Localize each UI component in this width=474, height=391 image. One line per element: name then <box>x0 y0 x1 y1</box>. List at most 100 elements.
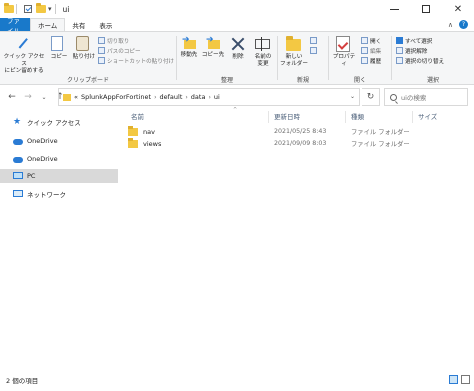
open-group: プロパティ 開く 編集 履歴 開く <box>329 34 391 84</box>
column-divider[interactable] <box>268 111 269 123</box>
chevron-right-icon[interactable]: › <box>208 94 210 101</box>
delete-button[interactable]: 削除 <box>227 36 249 61</box>
properties-button[interactable]: プロパティ <box>331 36 357 68</box>
copy-label: コピー <box>50 54 68 60</box>
rename-button[interactable]: 名前の 変更 <box>251 36 275 68</box>
tab-file[interactable]: ファイル <box>0 17 30 35</box>
organize-group: ➔ 移動先 ➔ コピー先 削除 名前の 変更 整理 <box>177 34 277 85</box>
properties-label: プロパティ <box>332 54 356 67</box>
paste-button[interactable]: 貼り付け <box>72 36 96 61</box>
nav-item-onedrive[interactable]: OneDrive <box>0 134 118 148</box>
copy-button[interactable]: コピー <box>48 36 70 61</box>
move-to-button[interactable]: ➔ 移動先 <box>177 36 201 59</box>
column-header-size[interactable]: サイズ <box>418 109 437 123</box>
new-group-label: 新規 <box>296 77 309 84</box>
breadcrumb-data[interactable]: data <box>191 93 206 101</box>
large-icons-view-icon[interactable] <box>461 375 470 384</box>
details-view-icon[interactable] <box>449 375 458 384</box>
nav-item-quick-access[interactable]: ★ クイック アクセス <box>0 115 118 129</box>
nav-item-pc[interactable]: PC <box>0 169 118 183</box>
select-all-icon <box>396 37 403 44</box>
customize-quick-access-icon[interactable]: ▾ <box>48 5 52 13</box>
column-header-modified[interactable]: 更新日時 <box>274 109 300 123</box>
new-folder-quick-icon[interactable] <box>36 2 46 14</box>
clipboard-group-label: クリップボード <box>66 77 109 84</box>
copy-path-button[interactable]: パスのコピー <box>98 46 141 55</box>
paste-shortcut-button[interactable]: ショートカットの貼り付け <box>98 56 174 65</box>
navigation-pane: ★ クイック アクセス OneDrive OneDrive PC ネットワーク <box>0 109 118 369</box>
open-button[interactable]: 開く <box>361 36 381 45</box>
select-none-button[interactable]: 選択解除 <box>396 46 427 55</box>
ribbon-tabs: ファイル ホーム 共有 表示 ∧ ? <box>0 17 474 35</box>
copy-to-icon: ➔ <box>206 36 220 50</box>
window-title: ui <box>62 4 70 14</box>
chevron-right-icon[interactable]: › <box>154 94 156 101</box>
maximize-button[interactable] <box>410 0 442 18</box>
chevron-down-icon[interactable]: ⌄ <box>350 93 355 100</box>
breadcrumb-splunkappforfortinet[interactable]: SplunkAppForFortinet <box>81 93 151 101</box>
nav-item-label: OneDrive <box>27 155 58 163</box>
breadcrumb-default[interactable]: default <box>160 93 183 101</box>
open-group-label: 開く <box>353 77 366 84</box>
copy-to-button[interactable]: ➔ コピー先 <box>201 36 225 59</box>
close-button[interactable]: ✕ <box>442 0 474 18</box>
nav-item-network[interactable]: ネットワーク <box>0 187 118 201</box>
tab-share[interactable]: 共有 <box>65 18 92 31</box>
collapse-ribbon-icon[interactable]: ∧ <box>448 21 453 29</box>
column-header-name[interactable]: 名前 <box>131 109 144 123</box>
open-label: 開く <box>370 38 382 45</box>
easy-access-button[interactable] <box>310 46 319 55</box>
new-folder-label-line1: 新しい <box>285 54 303 60</box>
minimize-button[interactable] <box>378 0 410 18</box>
recent-locations-icon[interactable]: ⌄ <box>36 94 52 101</box>
new-group: 新しい フォルダー 新規 <box>278 34 328 84</box>
select-all-label: すべて選択 <box>405 38 433 45</box>
breadcrumb-ui[interactable]: ui <box>214 93 220 101</box>
table-row[interactable]: views 2021/09/09 8:03 ファイル フォルダー <box>122 137 470 150</box>
cut-button[interactable]: 切り取り <box>98 36 129 45</box>
folder-icon <box>4 2 14 14</box>
refresh-button[interactable]: ↻ <box>362 88 380 106</box>
cloud-icon <box>13 137 23 146</box>
column-header-type[interactable]: 種類 <box>351 109 364 123</box>
new-folder-button[interactable]: 新しい フォルダー <box>280 36 308 68</box>
clipboard-icon <box>76 36 92 52</box>
back-arrow-icon[interactable]: ← <box>4 92 20 102</box>
invert-selection-button[interactable]: 選択の切り替え <box>396 56 444 65</box>
move-to-label: 移動先 <box>180 52 198 58</box>
new-folder-label-line2: フォルダー <box>280 61 308 67</box>
pin-to-quick-access-button[interactable]: クイック アクセス にピン留めする <box>2 36 46 75</box>
file-modified: 2021/05/25 8:43 <box>274 128 327 135</box>
invert-selection-label: 選択の切り替え <box>405 58 445 65</box>
file-name: nav <box>143 127 155 136</box>
history-button[interactable]: 履歴 <box>361 56 381 65</box>
select-group-label: 選択 <box>426 77 439 84</box>
select-group: すべて選択 選択解除 選択の切り替え 選択 <box>392 34 474 84</box>
breadcrumb-overflow[interactable]: « <box>74 93 78 101</box>
rename-icon <box>255 36 271 52</box>
address-bar[interactable]: « SplunkAppForFortinet › default › data … <box>58 88 360 106</box>
file-modified: 2021/09/09 8:03 <box>274 140 327 147</box>
tab-view[interactable]: 表示 <box>92 18 119 31</box>
column-divider[interactable] <box>345 111 346 123</box>
select-all-button[interactable]: すべて選択 <box>396 36 432 45</box>
chevron-right-icon[interactable]: › <box>185 94 187 101</box>
paste-shortcut-label: ショートカットの貼り付け <box>107 58 175 65</box>
title-bar: ▾ ui ✕ <box>0 0 474 18</box>
help-icon[interactable]: ? <box>459 20 468 29</box>
sort-caret-icon: ^ <box>233 107 238 113</box>
nav-item-label: OneDrive <box>27 137 58 145</box>
edit-button[interactable]: 編集 <box>361 46 381 55</box>
forward-arrow-icon[interactable]: → <box>20 92 36 102</box>
tab-home[interactable]: ホーム <box>30 18 66 31</box>
file-name: views <box>143 139 162 148</box>
file-type: ファイル フォルダー <box>351 129 410 136</box>
search-input[interactable]: uiの検索 <box>384 88 468 106</box>
properties-quick-icon[interactable] <box>24 4 33 14</box>
open-icon <box>361 37 368 44</box>
new-item-button[interactable] <box>310 36 319 45</box>
rename-label-line1: 名前の <box>254 54 272 60</box>
nav-item-onedrive[interactable]: OneDrive <box>0 152 118 166</box>
clipboard-group: クイック アクセス にピン留めする コピー 貼り付け 切り取り パスのコピー シ… <box>0 34 176 84</box>
column-divider[interactable] <box>412 111 413 123</box>
